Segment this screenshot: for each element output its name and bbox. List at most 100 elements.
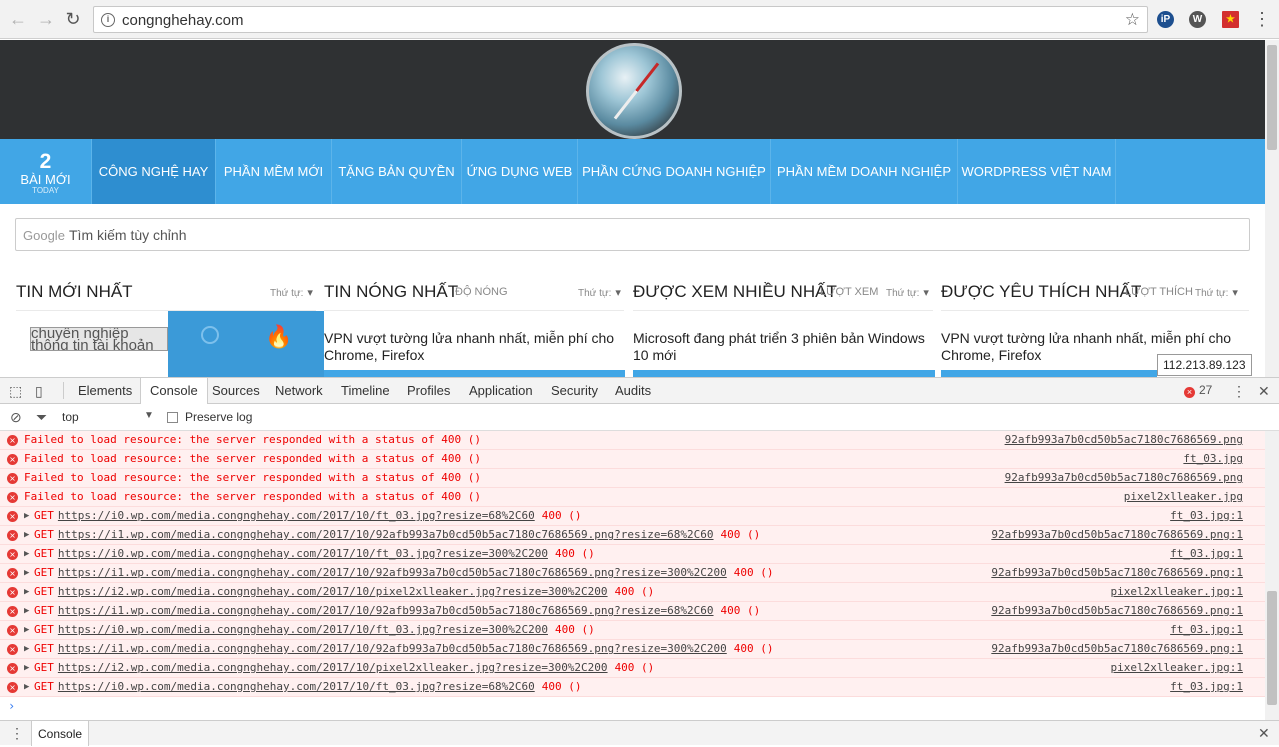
sort-dropdown-most-liked[interactable]: Thứ tự: [1195, 286, 1238, 299]
console-message[interactable]: × ▶ GET https://i1.wp.com/media.congnghehay… [0, 526, 1265, 545]
console-message[interactable]: × Failed to load resource: the server res… [0, 450, 1265, 469]
tab-network[interactable]: Network [275, 378, 323, 404]
url-text[interactable]: congnghehay.com [122, 12, 243, 29]
filter-icon[interactable]: ⏷ [36, 409, 47, 425]
request-url[interactable]: https://i0.wp.com/media.congnghehay.com/… [58, 680, 535, 693]
drawer-menu-icon[interactable]: ⋮ [10, 725, 24, 741]
console-message[interactable]: × ▶ GET https://i1.wp.com/media.congnghehay… [0, 564, 1265, 583]
error-counter[interactable]: × 27 [1184, 383, 1212, 398]
message-source-link[interactable]: ft_03.jpg:1 [1170, 545, 1243, 563]
nav-item-wordpress-viet-nam[interactable]: WORDPRESS VIỆT NAM [957, 139, 1116, 204]
column-title-latest[interactable]: TIN MỚI NHẤT [16, 282, 133, 302]
expand-triangle-icon[interactable]: ▶ [24, 583, 29, 601]
preserve-log-label[interactable]: Preserve log [185, 410, 252, 424]
post-title-most-viewed[interactable]: Microsoft đang phát triển 3 phiên bản Wi… [633, 330, 928, 364]
menu-icon[interactable]: ⋮ [1252, 9, 1272, 29]
console-message[interactable]: × ▶ GET https://i1.wp.com/media.congnghehay… [0, 640, 1265, 659]
message-source-link[interactable]: pixel2xlleaker.jpg:1 [1111, 659, 1243, 677]
page-scrollbar[interactable] [1265, 40, 1279, 377]
request-url[interactable]: https://i2.wp.com/media.congnghehay.com/… [58, 585, 608, 598]
sort-dropdown-hottest[interactable]: Thứ tự: [578, 286, 621, 299]
close-drawer-icon[interactable]: ✕ [1258, 725, 1270, 741]
compass-logo[interactable] [586, 43, 682, 139]
bookmark-star-icon[interactable]: ☆ [1125, 10, 1140, 30]
tab-audits[interactable]: Audits [615, 378, 651, 404]
new-posts-counter[interactable]: 2 BÀI MỚI TODAY [0, 139, 91, 204]
message-source-link[interactable]: 92afb993a7b0cd50b5ac7180c7686569.png:1 [991, 526, 1243, 544]
request-url[interactable]: https://i0.wp.com/media.congnghehay.com/… [58, 547, 548, 560]
nav-item-cong-nghe-hay[interactable]: CÔNG NGHỆ HAY [91, 139, 215, 204]
sort-dropdown-most-viewed[interactable]: Thứ tự: [886, 286, 929, 299]
reload-icon[interactable]: ↻ [63, 9, 83, 29]
message-source-link[interactable]: pixel2xlleaker.jpg:1 [1111, 583, 1243, 601]
expand-triangle-icon[interactable]: ▶ [24, 621, 29, 639]
device-toolbar-icon[interactable]: ▯ [35, 383, 43, 399]
request-url[interactable]: https://i0.wp.com/media.congnghehay.com/… [58, 509, 535, 522]
expand-triangle-icon[interactable]: ▶ [24, 602, 29, 620]
nav-item-phan-mem-doanh-nghiep[interactable]: PHẦN MỀM DOANH NGHIỆP [770, 139, 957, 204]
expand-triangle-icon[interactable]: ▶ [24, 545, 29, 563]
info-icon[interactable]: i [101, 13, 115, 27]
back-icon[interactable]: ← [8, 9, 28, 29]
request-url[interactable]: https://i1.wp.com/media.congnghehay.com/… [58, 604, 714, 617]
message-source-link[interactable]: 92afb993a7b0cd50b5ac7180c7686569.png [1005, 469, 1243, 487]
tab-application[interactable]: Application [469, 378, 533, 404]
console-message[interactable]: × ▶ GET https://i0.wp.com/media.congnghehay… [0, 545, 1265, 564]
console-message[interactable]: × Failed to load resource: the server res… [0, 488, 1265, 507]
nav-item-phan-mem-moi[interactable]: PHẦN MỀM MỚI [215, 139, 331, 204]
request-url[interactable]: https://i1.wp.com/media.congnghehay.com/… [58, 566, 727, 579]
message-source-link[interactable]: 92afb993a7b0cd50b5ac7180c7686569.png [1005, 431, 1243, 449]
message-source-link[interactable]: ft_03.jpg:1 [1170, 678, 1243, 696]
ip-icon[interactable]: iP [1157, 11, 1174, 28]
expand-triangle-icon[interactable]: ▶ [24, 526, 29, 544]
column-title-hottest[interactable]: TIN NÓNG NHẤT [324, 282, 458, 302]
forward-icon[interactable]: → [36, 9, 56, 29]
vietnam-flag-icon[interactable]: ★ [1222, 11, 1239, 28]
request-url[interactable]: https://i2.wp.com/media.congnghehay.com/… [58, 661, 608, 674]
drawer-tab-console[interactable]: Console [31, 721, 90, 746]
request-url[interactable]: https://i1.wp.com/media.congnghehay.com/… [58, 528, 714, 541]
sort-dropdown-latest[interactable]: Thứ tự: [270, 286, 313, 299]
expand-triangle-icon[interactable]: ▶ [24, 659, 29, 677]
message-source-link[interactable]: ft_03.jpg:1 [1170, 507, 1243, 525]
tab-timeline[interactable]: Timeline [341, 378, 390, 404]
request-url[interactable]: https://i1.wp.com/media.congnghehay.com/… [58, 642, 727, 655]
clear-console-icon[interactable]: ⊘ [10, 409, 22, 425]
context-selector[interactable]: top [62, 410, 79, 424]
console-message[interactable]: × ▶ GET https://i1.wp.com/media.congnghehay… [0, 602, 1265, 621]
address-bar[interactable]: i congnghehay.com ☆ [93, 6, 1148, 33]
message-source-link[interactable]: ft_03.jpg [1183, 450, 1243, 468]
column-title-most-liked[interactable]: ĐƯỢC YÊU THÍCH NHẤT [941, 282, 1141, 302]
console-prompt-icon[interactable]: › [8, 699, 15, 713]
preserve-log-checkbox[interactable] [167, 412, 178, 423]
post-thumbnail-strip[interactable] [941, 370, 1157, 377]
post-thumbnail-strip[interactable] [633, 370, 935, 377]
console-message[interactable]: × ▶ GET https://i0.wp.com/media.congnghehay… [0, 678, 1265, 697]
message-source-link[interactable]: 92afb993a7b0cd50b5ac7180c7686569.png:1 [991, 564, 1243, 582]
nav-item-phan-cung-doanh-nghiep[interactable]: PHẦN CỨNG DOANH NGHIỆP [577, 139, 770, 204]
message-source-link[interactable]: pixel2xlleaker.jpg [1124, 488, 1243, 506]
tab-profiles[interactable]: Profiles [407, 378, 450, 404]
wordpress-icon[interactable]: W [1189, 11, 1206, 28]
broken-thumbnail[interactable]: chuyên nghiệp thông tin tài khoản công n… [30, 327, 168, 351]
chevron-down-icon[interactable]: ▼ [144, 410, 154, 421]
console-scrollbar[interactable] [1265, 431, 1279, 720]
column-title-most-viewed[interactable]: ĐƯỢC XEM NHIỀU NHẤT [633, 282, 837, 302]
console-message[interactable]: × Failed to load resource: the server res… [0, 469, 1265, 488]
tab-security[interactable]: Security [551, 378, 598, 404]
inspect-element-icon[interactable]: ⬚ [9, 383, 22, 399]
nav-item-tang-ban-quyen[interactable]: TẶNG BẢN QUYỀN [331, 139, 461, 204]
post-thumbnail-strip[interactable] [324, 370, 625, 377]
tab-console[interactable]: Console [140, 378, 208, 405]
tab-elements[interactable]: Elements [78, 378, 132, 404]
console-message[interactable]: × ▶ GET https://i2.wp.com/media.congnghehay… [0, 583, 1265, 602]
hot-thumbnail[interactable]: 🔥 [168, 311, 324, 377]
post-title-hottest[interactable]: VPN vượt tường lửa nhanh nhất, miễn phí … [324, 330, 619, 364]
close-devtools-icon[interactable]: ✕ [1258, 383, 1270, 399]
message-source-link[interactable]: ft_03.jpg:1 [1170, 621, 1243, 639]
tab-sources[interactable]: Sources [212, 378, 260, 404]
console-message[interactable]: × ▶ GET https://i0.wp.com/media.congnghehay… [0, 621, 1265, 640]
devtools-menu-icon[interactable]: ⋮ [1232, 383, 1246, 399]
expand-triangle-icon[interactable]: ▶ [24, 507, 29, 525]
console-message[interactable]: × Failed to load resource: the server res… [0, 431, 1265, 450]
